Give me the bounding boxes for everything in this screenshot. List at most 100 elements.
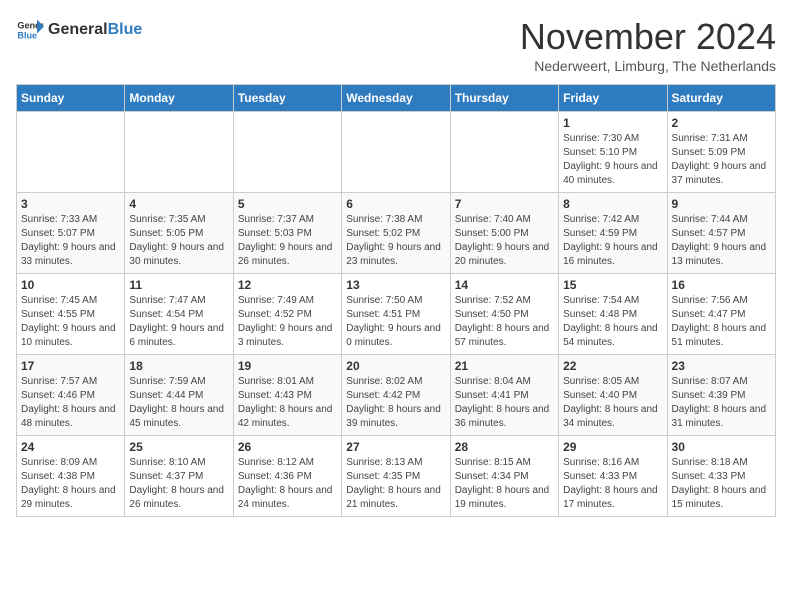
calendar-cell: 18 Sunrise: 7:59 AM Sunset: 4:44 PM Dayli… (125, 355, 233, 436)
calendar-cell: 10Sunrise: 7:45 AM Sunset: 4:55 PM Dayli… (17, 274, 125, 355)
day-number: 4 (129, 197, 228, 211)
day-number: 18 (129, 359, 228, 373)
day-info: Sunrise: 8:02 AM Sunset: 4:42 PM Dayligh… (346, 375, 445, 431)
calendar-cell: 7 Sunrise: 7:40 AM Sunset: 5:00 PM Daylig… (450, 193, 558, 274)
day-number: 16 (672, 278, 771, 292)
day-number: 8 (563, 197, 662, 211)
day-number: 9 (672, 197, 771, 211)
day-number: 7 (455, 197, 554, 211)
calendar-cell: 4 Sunrise: 7:35 AM Sunset: 5:05 PM Daylig… (125, 193, 233, 274)
logo-blue: Blue (108, 21, 143, 39)
day-number: 23 (672, 359, 771, 373)
logo: General Blue General Blue (16, 16, 142, 44)
day-number: 14 (455, 278, 554, 292)
day-info: Sunrise: 8:05 AM Sunset: 4:40 PM Dayligh… (563, 375, 662, 431)
day-info: Sunrise: 7:40 AM Sunset: 5:00 PM Dayligh… (455, 213, 554, 269)
day-info: Sunrise: 7:50 AM Sunset: 4:51 PM Dayligh… (346, 294, 445, 350)
calendar-cell: 15Sunrise: 7:54 AM Sunset: 4:48 PM Dayli… (559, 274, 667, 355)
svg-text:Blue: Blue (17, 30, 37, 40)
day-info: Sunrise: 8:15 AM Sunset: 4:34 PM Dayligh… (455, 456, 554, 512)
calendar-header-row: SundayMondayTuesdayWednesdayThursdayFrid… (17, 85, 776, 112)
calendar-week-row: 24 Sunrise: 8:09 AM Sunset: 4:38 PM Dayli… (17, 436, 776, 517)
day-info: Sunrise: 8:13 AM Sunset: 4:35 PM Dayligh… (346, 456, 445, 512)
calendar-cell: 24 Sunrise: 8:09 AM Sunset: 4:38 PM Dayli… (17, 436, 125, 517)
day-info: Sunrise: 7:52 AM Sunset: 4:50 PM Dayligh… (455, 294, 554, 350)
calendar-cell: 20 Sunrise: 8:02 AM Sunset: 4:42 PM Dayli… (342, 355, 450, 436)
day-info: Sunrise: 7:44 AM Sunset: 4:57 PM Dayligh… (672, 213, 771, 269)
logo-general: General (48, 21, 108, 39)
day-number: 1 (563, 116, 662, 130)
calendar-cell: 11 Sunrise: 7:47 AM Sunset: 4:54 PM Dayli… (125, 274, 233, 355)
day-number: 11 (129, 278, 228, 292)
calendar-cell: 9 Sunrise: 7:44 AM Sunset: 4:57 PM Daylig… (667, 193, 775, 274)
header-thursday: Thursday (450, 85, 558, 112)
day-info: Sunrise: 7:38 AM Sunset: 5:02 PM Dayligh… (346, 213, 445, 269)
day-info: Sunrise: 8:16 AM Sunset: 4:33 PM Dayligh… (563, 456, 662, 512)
day-number: 20 (346, 359, 445, 373)
day-info: Sunrise: 8:12 AM Sunset: 4:36 PM Dayligh… (238, 456, 337, 512)
calendar-cell (233, 112, 341, 193)
day-number: 12 (238, 278, 337, 292)
calendar-cell: 17 Sunrise: 7:57 AM Sunset: 4:46 PM Dayli… (17, 355, 125, 436)
day-info: Sunrise: 7:42 AM Sunset: 4:59 PM Dayligh… (563, 213, 662, 269)
day-info: Sunrise: 7:49 AM Sunset: 4:52 PM Dayligh… (238, 294, 337, 350)
day-number: 6 (346, 197, 445, 211)
calendar-cell: 25Sunrise: 8:10 AM Sunset: 4:37 PM Dayli… (125, 436, 233, 517)
calendar-cell: 23 Sunrise: 8:07 AM Sunset: 4:39 PM Dayli… (667, 355, 775, 436)
day-number: 3 (21, 197, 120, 211)
day-info: Sunrise: 7:57 AM Sunset: 4:46 PM Dayligh… (21, 375, 120, 431)
header-wednesday: Wednesday (342, 85, 450, 112)
calendar-cell: 12 Sunrise: 7:49 AM Sunset: 4:52 PM Dayli… (233, 274, 341, 355)
calendar-cell: 26 Sunrise: 8:12 AM Sunset: 4:36 PM Dayli… (233, 436, 341, 517)
calendar-cell: 22Sunrise: 8:05 AM Sunset: 4:40 PM Dayli… (559, 355, 667, 436)
day-number: 2 (672, 116, 771, 130)
header-monday: Monday (125, 85, 233, 112)
day-number: 10 (21, 278, 120, 292)
calendar-cell: 16Sunrise: 7:56 AM Sunset: 4:47 PM Dayli… (667, 274, 775, 355)
day-info: Sunrise: 7:54 AM Sunset: 4:48 PM Dayligh… (563, 294, 662, 350)
calendar-cell (450, 112, 558, 193)
calendar-week-row: 10Sunrise: 7:45 AM Sunset: 4:55 PM Dayli… (17, 274, 776, 355)
calendar-cell (125, 112, 233, 193)
logo-icon: General Blue (16, 16, 44, 44)
calendar-cell: 21 Sunrise: 8:04 AM Sunset: 4:41 PM Dayli… (450, 355, 558, 436)
header-tuesday: Tuesday (233, 85, 341, 112)
day-info: Sunrise: 8:07 AM Sunset: 4:39 PM Dayligh… (672, 375, 771, 431)
calendar-cell: 6 Sunrise: 7:38 AM Sunset: 5:02 PM Daylig… (342, 193, 450, 274)
day-info: Sunrise: 7:30 AM Sunset: 5:10 PM Dayligh… (563, 132, 662, 188)
day-number: 21 (455, 359, 554, 373)
day-info: Sunrise: 7:31 AM Sunset: 5:09 PM Dayligh… (672, 132, 771, 188)
day-number: 17 (21, 359, 120, 373)
calendar-cell (17, 112, 125, 193)
day-info: Sunrise: 8:09 AM Sunset: 4:38 PM Dayligh… (21, 456, 120, 512)
day-number: 27 (346, 440, 445, 454)
calendar-cell: 14 Sunrise: 7:52 AM Sunset: 4:50 PM Dayli… (450, 274, 558, 355)
day-number: 26 (238, 440, 337, 454)
title-area: November 2024 Nederweert, Limburg, The N… (520, 16, 776, 74)
day-number: 19 (238, 359, 337, 373)
calendar-cell: 8 Sunrise: 7:42 AM Sunset: 4:59 PM Daylig… (559, 193, 667, 274)
day-number: 30 (672, 440, 771, 454)
day-info: Sunrise: 7:47 AM Sunset: 4:54 PM Dayligh… (129, 294, 228, 350)
day-number: 28 (455, 440, 554, 454)
day-number: 24 (21, 440, 120, 454)
calendar-cell: 3Sunrise: 7:33 AM Sunset: 5:07 PM Daylig… (17, 193, 125, 274)
calendar-week-row: 17 Sunrise: 7:57 AM Sunset: 4:46 PM Dayli… (17, 355, 776, 436)
day-number: 13 (346, 278, 445, 292)
day-info: Sunrise: 7:35 AM Sunset: 5:05 PM Dayligh… (129, 213, 228, 269)
calendar-cell: 29 Sunrise: 8:16 AM Sunset: 4:33 PM Dayli… (559, 436, 667, 517)
calendar-cell (342, 112, 450, 193)
header-friday: Friday (559, 85, 667, 112)
day-info: Sunrise: 7:59 AM Sunset: 4:44 PM Dayligh… (129, 375, 228, 431)
day-info: Sunrise: 8:04 AM Sunset: 4:41 PM Dayligh… (455, 375, 554, 431)
header-sunday: Sunday (17, 85, 125, 112)
day-number: 29 (563, 440, 662, 454)
calendar-cell: 19 Sunrise: 8:01 AM Sunset: 4:43 PM Dayli… (233, 355, 341, 436)
day-info: Sunrise: 8:10 AM Sunset: 4:37 PM Dayligh… (129, 456, 228, 512)
calendar-cell: 1 Sunrise: 7:30 AM Sunset: 5:10 PM Daylig… (559, 112, 667, 193)
calendar-cell: 30 Sunrise: 8:18 AM Sunset: 4:33 PM Dayli… (667, 436, 775, 517)
day-info: Sunrise: 8:01 AM Sunset: 4:43 PM Dayligh… (238, 375, 337, 431)
header-saturday: Saturday (667, 85, 775, 112)
day-info: Sunrise: 8:18 AM Sunset: 4:33 PM Dayligh… (672, 456, 771, 512)
location-subtitle: Nederweert, Limburg, The Netherlands (520, 58, 776, 74)
